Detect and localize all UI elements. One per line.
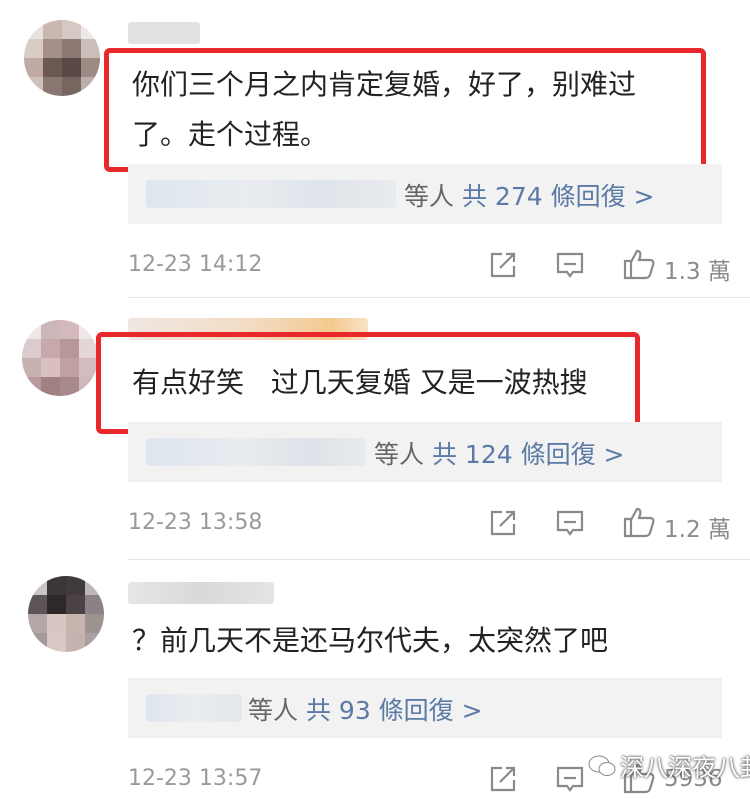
comment-icon[interactable] (555, 508, 585, 538)
reply-suffix: 等人 (374, 440, 425, 469)
share-icon[interactable] (488, 508, 518, 538)
replier-names-blurred (146, 438, 366, 466)
thumbs-up-icon[interactable] (622, 506, 656, 538)
thumbs-up-icon[interactable] (622, 248, 656, 280)
reply-suffix: 等人 (404, 182, 455, 211)
comment-item: 你们三个月之内肯定复婚，好了，别难过 了。走个过程。 等人 共 274 條回復 … (0, 0, 750, 298)
comment-time: 12-23 14:12 (128, 252, 263, 277)
reply-count-link[interactable]: 共 274 條回復 > (462, 182, 655, 211)
replier-names-blurred (146, 180, 396, 208)
comment-item: 有点好笑 过几天复婚 又是一波热搜 等人 共 124 條回復 > 12-23 1… (0, 298, 750, 560)
wechat-icon (588, 755, 616, 776)
username-blurred[interactable] (128, 22, 200, 44)
comment-text: 有点好笑 过几天复婚 又是一波热搜 (132, 358, 588, 408)
like-count: 1.3 萬 (664, 259, 731, 285)
comment-text: 你们三个月之内肯定复婚，好了，别难过 了。走个过程。 (132, 60, 636, 160)
share-icon[interactable] (488, 764, 518, 794)
comment-text-line: 你们三个月之内肯定复婚，好了，别难过 (132, 68, 637, 101)
comment-time: 12-23 13:57 (128, 766, 263, 791)
comment-text-line: 有点好笑 过几天复婚 又是一波热搜 (132, 366, 588, 399)
share-icon[interactable] (488, 250, 518, 280)
replies-summary[interactable]: 等人 共 124 條回復 > (128, 422, 722, 482)
comment-text: ？前几天不是还马尔代夫，太突然了吧 (132, 616, 608, 666)
avatar[interactable] (28, 576, 104, 652)
reply-count-link[interactable]: 共 93 條回復 > (306, 696, 483, 725)
comment-text-line: 了。走个过程。 (132, 118, 329, 151)
comment-icon[interactable] (555, 764, 585, 794)
comment-text-line: ？前几天不是还马尔代夫，太突然了吧 (132, 624, 609, 657)
avatar[interactable] (24, 20, 100, 96)
replies-summary[interactable]: 等人 共 274 條回復 > (128, 164, 722, 224)
avatar[interactable] (22, 320, 98, 396)
comment-icon[interactable] (555, 250, 585, 280)
reply-count-link[interactable]: 共 124 條回復 > (432, 440, 625, 469)
reply-suffix: 等人 (248, 696, 299, 725)
username-blurred[interactable] (128, 582, 274, 604)
replies-summary[interactable]: 等人 共 93 條回復 > (128, 678, 722, 738)
comment-time: 12-23 13:58 (128, 510, 263, 535)
like-count: 1.2 萬 (664, 517, 731, 543)
replier-names-blurred (146, 694, 242, 722)
watermark: 深八深夜八卦 (620, 754, 750, 782)
